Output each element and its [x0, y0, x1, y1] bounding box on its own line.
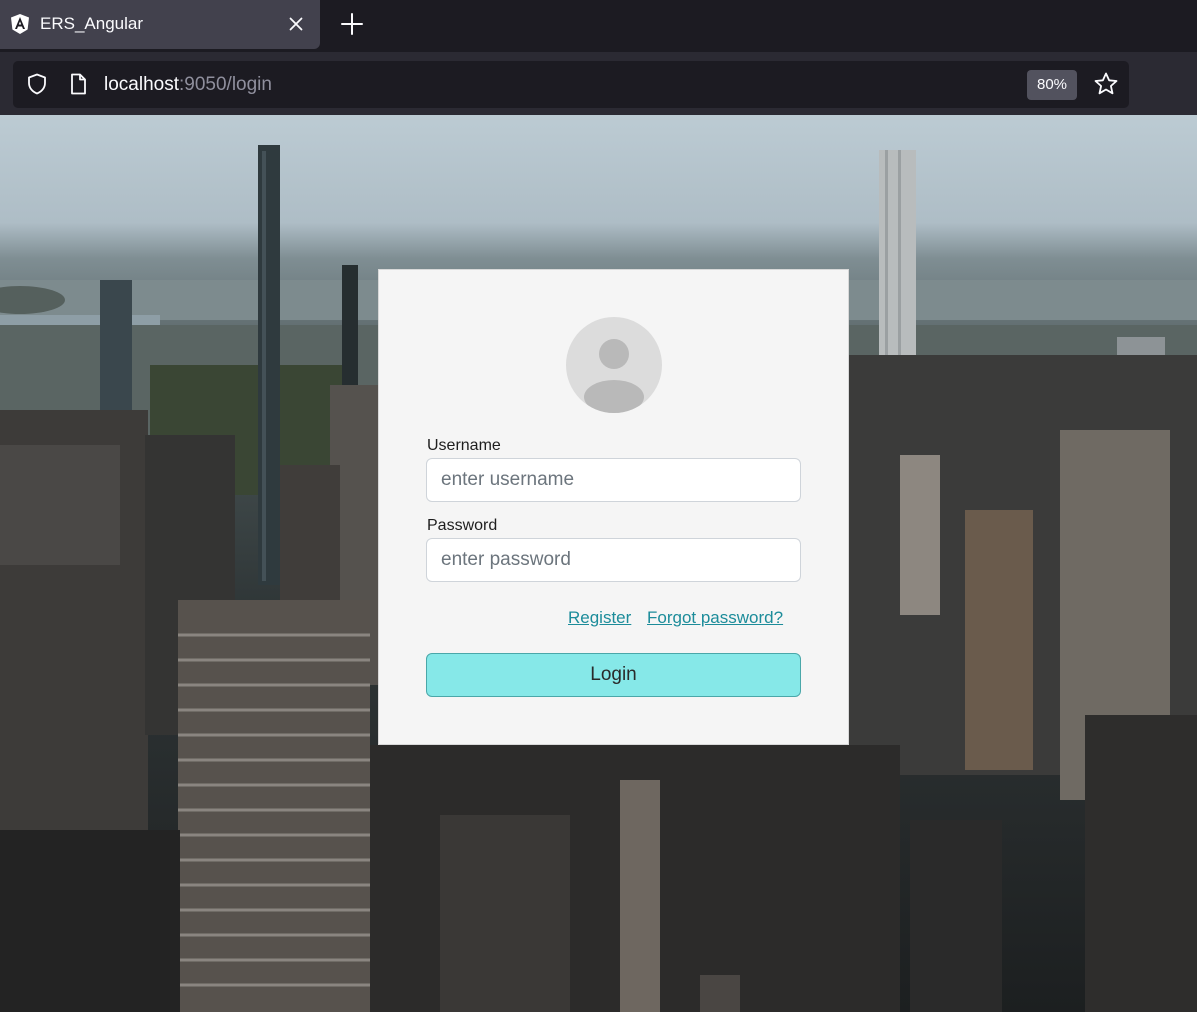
- page-viewport: Username Password Register Forgot passwo…: [0, 115, 1197, 1012]
- url-host: localhost: [104, 74, 179, 95]
- user-avatar-icon: [566, 317, 662, 413]
- browser-nav-bar: localhost:9050/login 80%: [0, 52, 1197, 115]
- url-text[interactable]: localhost:9050/login: [104, 74, 272, 96]
- password-label: Password: [427, 517, 498, 534]
- zoom-level-badge[interactable]: 80%: [1027, 70, 1077, 100]
- username-input[interactable]: [426, 458, 801, 502]
- user-silhouette-icon: [584, 339, 644, 413]
- page-icon[interactable]: [66, 72, 90, 96]
- close-icon[interactable]: [284, 12, 308, 36]
- username-label: Username: [427, 437, 501, 454]
- register-link[interactable]: Register: [568, 608, 631, 628]
- forgot-password-link[interactable]: Forgot password?: [647, 608, 783, 628]
- plus-icon[interactable]: [338, 10, 366, 38]
- login-card: Username Password Register Forgot passwo…: [378, 269, 849, 745]
- address-bar[interactable]: localhost:9050/login 80%: [13, 61, 1129, 108]
- shield-icon[interactable]: [25, 72, 49, 96]
- login-button[interactable]: Login: [426, 653, 801, 697]
- url-path: :9050/login: [179, 74, 272, 95]
- tab-title: ERS_Angular: [40, 14, 144, 33]
- browser-tab[interactable]: ERS_Angular: [0, 0, 320, 49]
- browser-tab-bar: ERS_Angular: [0, 0, 1197, 52]
- star-icon[interactable]: [1093, 71, 1119, 97]
- angular-logo-icon: [11, 14, 29, 34]
- password-input[interactable]: [426, 538, 801, 582]
